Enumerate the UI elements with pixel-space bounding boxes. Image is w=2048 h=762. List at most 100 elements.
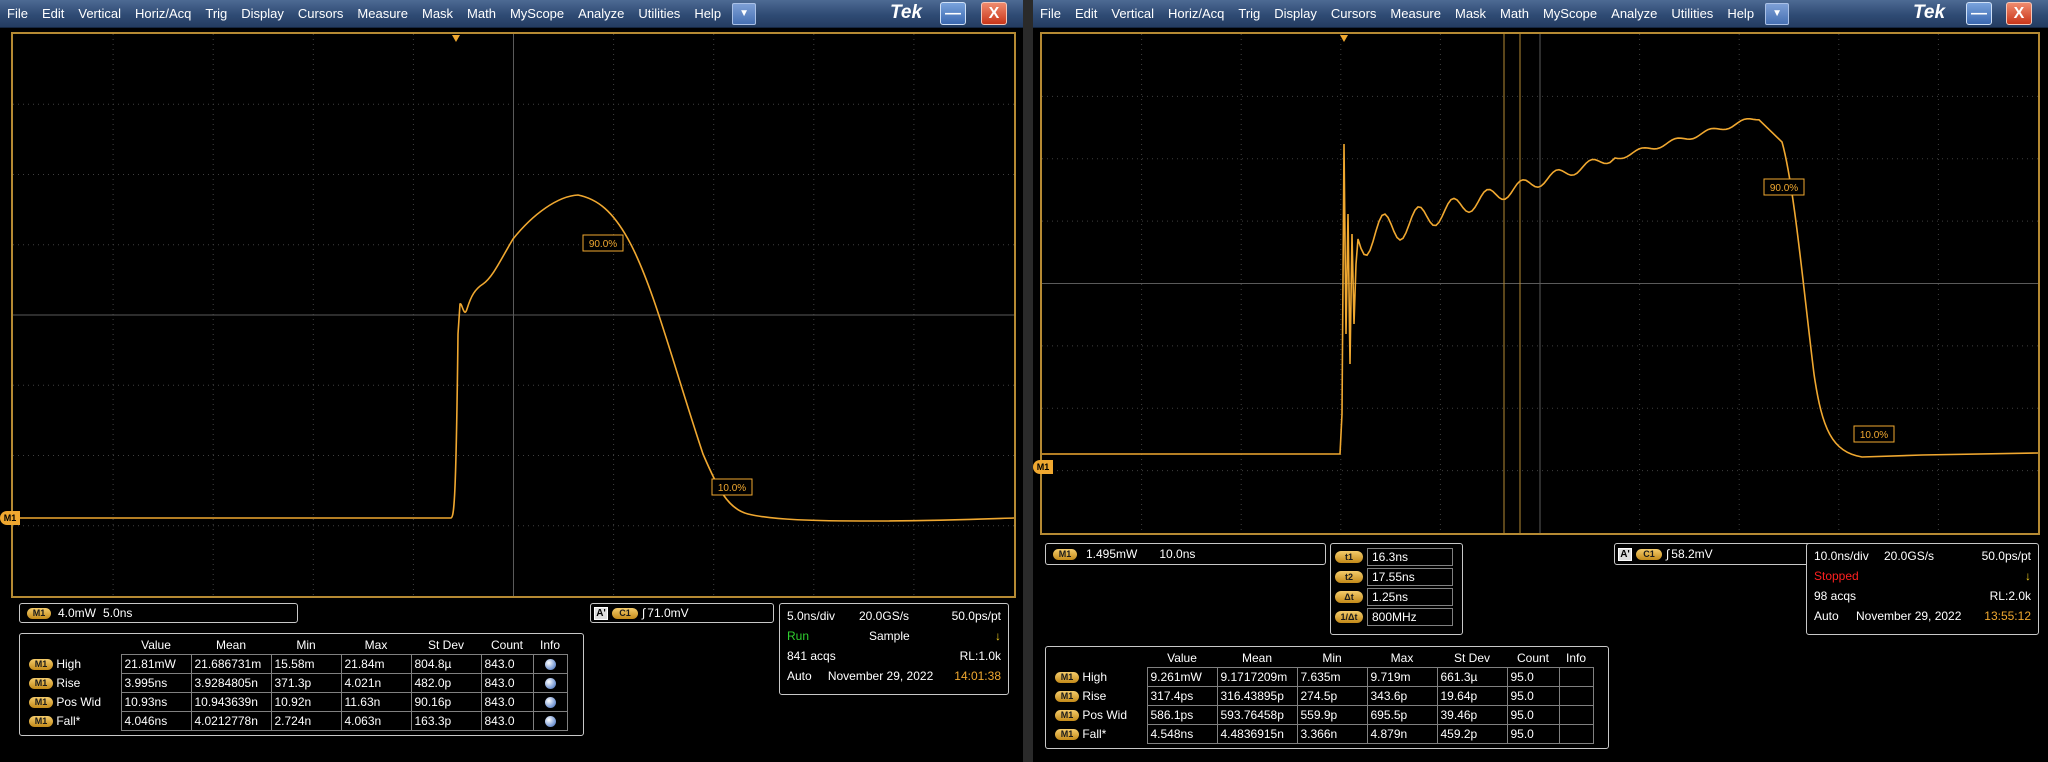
trigger-a-icon: A' (594, 606, 608, 620)
cell-min: 2.724n (270, 710, 342, 731)
cell-min: 7.635m (1296, 666, 1368, 687)
m1-tag: M1 (27, 607, 51, 619)
close-button[interactable]: X (981, 2, 1007, 25)
info-icon[interactable] (544, 677, 556, 689)
cursor-readout-panel[interactable]: t1 16.3ns t2 17.55ns Δt 1.25ns 1/Δt 800MHz (1330, 543, 1463, 635)
cell-count: 95.0 (1506, 666, 1560, 687)
header-min: Min (296, 637, 316, 652)
cursor-t2-value: 17.55ns (1367, 568, 1453, 586)
info-icon[interactable] (544, 658, 556, 670)
menu-display[interactable]: Display (1267, 0, 1324, 28)
menu-edit[interactable]: Edit (35, 0, 71, 28)
measurement-table[interactable]: Value Mean Min Max St Dev Count Info M1 … (1045, 646, 1609, 749)
cell-stdev: 804.8µ (410, 653, 482, 674)
acquisition-status-panel[interactable]: 10.0ns/div 20.0GS/s 50.0ps/pt Stopped ↓ … (1806, 543, 2039, 635)
measurement-name: High (56, 656, 82, 671)
table-row[interactable]: M1 Rise 317.4ps 316.43895p 274.5p 343.6p… (1049, 685, 1594, 706)
svg-text:10.0%: 10.0% (718, 483, 746, 494)
menu-mask[interactable]: Mask (1448, 0, 1493, 28)
header-info: Info (1565, 650, 1586, 665)
table-row[interactable]: M1 Rise 3.995ns 3.9284805n 371.3p 4.021n… (23, 672, 568, 693)
menu-bar: File Edit Vertical Horiz/Acq Trig Displa… (1033, 0, 2048, 28)
menu-trig[interactable]: Trig (198, 0, 234, 28)
menu-vertical[interactable]: Vertical (71, 0, 128, 28)
menu-analyze[interactable]: Analyze (571, 0, 631, 28)
m1-tag: M1 (29, 677, 53, 689)
reference-marker-m1[interactable]: M1 (0, 511, 20, 525)
info-icon[interactable] (544, 715, 556, 727)
menu-dropdown-icon[interactable]: ▼ (1765, 2, 1790, 25)
header-stdev: St Dev (1453, 650, 1490, 665)
waveform-plot: 90.0% 10.0% (1042, 34, 2038, 533)
table-row[interactable]: M1 Fall* 4.548ns 4.4836915n 3.366n 4.879… (1049, 723, 1594, 744)
window-divider (1023, 0, 1033, 762)
cell-count: 843.0 (480, 672, 534, 693)
trigger-readout[interactable]: A' C1 ∫ 58.2mV (1614, 543, 1833, 565)
reference-marker-m1[interactable]: M1 (1033, 460, 1053, 474)
cursor-t2-tag: t2 (1335, 571, 1363, 583)
menu-math[interactable]: Math (460, 0, 503, 28)
menu-vertical[interactable]: Vertical (1104, 0, 1161, 28)
header-max: Max (364, 637, 388, 652)
channel-scale-readout[interactable]: M1 1.495mW 10.0ns (1045, 543, 1326, 565)
waveform-graticule[interactable]: 90.0% 10.0% (1040, 32, 2040, 535)
menu-utilities[interactable]: Utilities (1664, 0, 1720, 28)
waveform-graticule[interactable]: 90.0% 10.0% (11, 32, 1016, 598)
menu-file[interactable]: File (0, 0, 35, 28)
acquisition-mode: Sample (869, 629, 910, 643)
table-row[interactable]: M1 High 21.81mW 21.686731m 15.58m 21.84m… (23, 653, 568, 674)
menu-display[interactable]: Display (234, 0, 291, 28)
cell-info[interactable] (1558, 723, 1594, 744)
svg-text:90.0%: 90.0% (1770, 183, 1798, 194)
svg-text:10.0%: 10.0% (1860, 430, 1888, 441)
cell-info[interactable] (1558, 666, 1594, 687)
menu-dropdown-icon[interactable]: ▼ (732, 2, 757, 25)
timebase-readout: 5.0ns (103, 606, 133, 620)
cell-info[interactable] (1558, 704, 1594, 725)
menu-utilities[interactable]: Utilities (631, 0, 687, 28)
marker-10-percent: 10.0% (1853, 425, 1895, 443)
menu-cursors[interactable]: Cursors (291, 0, 351, 28)
table-row[interactable]: M1 Fall* 4.046ns 4.0212778n 2.724n 4.063… (23, 710, 568, 731)
info-icon[interactable] (544, 696, 556, 708)
menu-horiz-acq[interactable]: Horiz/Acq (1161, 0, 1231, 28)
minimize-button[interactable]: — (940, 2, 966, 25)
menu-trig[interactable]: Trig (1231, 0, 1267, 28)
table-row[interactable]: M1 Pos Wid 10.93ns 10.943639n 10.92n 11.… (23, 691, 568, 712)
table-row[interactable]: M1 High 9.261mW 9.1717209m 7.635m 9.719m… (1049, 666, 1594, 687)
menu-math[interactable]: Math (1493, 0, 1536, 28)
measurement-name: Pos Wid (56, 694, 102, 709)
menu-analyze[interactable]: Analyze (1604, 0, 1664, 28)
channel-scale-readout[interactable]: M1 4.0mW 5.0ns (19, 603, 298, 623)
menu-edit[interactable]: Edit (1068, 0, 1104, 28)
menu-myscope[interactable]: MyScope (1536, 0, 1604, 28)
cell-info[interactable] (1558, 685, 1594, 706)
close-button[interactable]: X (2006, 2, 2032, 25)
measurement-name: High (1082, 669, 1108, 684)
menu-measure[interactable]: Measure (1383, 0, 1448, 28)
acquisition-status-panel[interactable]: 5.0ns/div 20.0GS/s 50.0ps/pt Run Sample … (779, 603, 1009, 695)
trigger-channel-tag: C1 (1636, 548, 1662, 560)
minimize-button[interactable]: — (1966, 2, 1992, 25)
cell-mean: 316.43895p (1216, 685, 1298, 706)
table-row[interactable]: M1 Pos Wid 586.1ps 593.76458p 559.9p 695… (1049, 704, 1594, 725)
menu-measure[interactable]: Measure (350, 0, 415, 28)
trigger-readout[interactable]: A' C1 ∫ 71.0mV (590, 603, 774, 623)
menu-horiz-acq[interactable]: Horiz/Acq (128, 0, 198, 28)
menu-help[interactable]: Help (687, 0, 728, 28)
horizontal-scale: 10.0ns/div (1814, 549, 1869, 563)
menu-cursors[interactable]: Cursors (1324, 0, 1384, 28)
trigger-arrow-icon: ↓ (2025, 569, 2031, 583)
menu-help[interactable]: Help (1720, 0, 1761, 28)
horizontal-scale: 5.0ns/div (787, 609, 836, 623)
cursor-freq-tag: 1/Δt (1335, 611, 1363, 623)
cursor-freq-value: 800MHz (1367, 608, 1453, 626)
menu-mask[interactable]: Mask (415, 0, 460, 28)
vertical-scale: 4.0mW (58, 606, 97, 620)
measurement-table[interactable]: Value Mean Min Max St Dev Count Info M1 … (19, 633, 584, 736)
menu-file[interactable]: File (1033, 0, 1068, 28)
trigger-arrow-icon: ↓ (995, 629, 1001, 643)
cursor-delta-value: 1.25ns (1367, 588, 1453, 606)
menu-myscope[interactable]: MyScope (503, 0, 571, 28)
m1-tag: M1 (1055, 728, 1079, 740)
